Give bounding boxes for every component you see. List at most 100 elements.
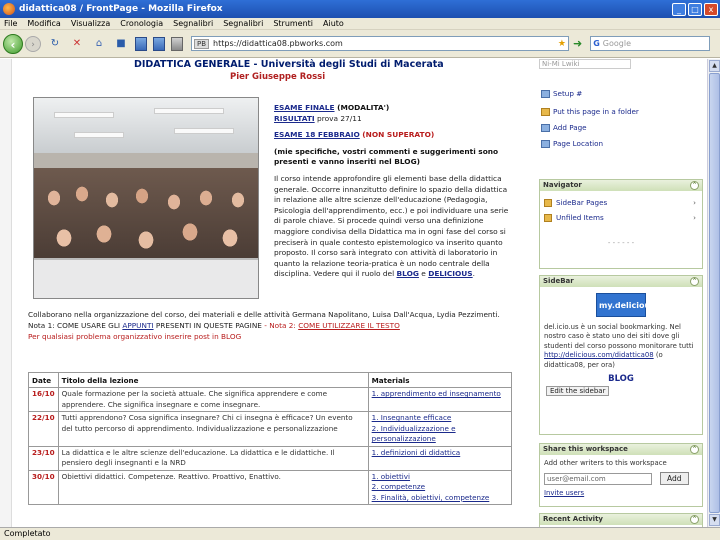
navigator-title: Navigator	[543, 181, 582, 189]
material-link[interactable]: 3. Finalità, obiettivi, competenze	[372, 493, 508, 504]
exam-final-link[interactable]: ESAME FINALE	[274, 103, 335, 112]
exam-feb-link[interactable]: ESAME 18 FEBBRAIO	[274, 130, 360, 139]
bookmark-star-icon[interactable]: ★	[558, 39, 566, 49]
recent-activity-widget: Recent Activity ⌃	[539, 513, 703, 527]
problems-note: Per qualsiasi problema organizzativo ins…	[28, 332, 242, 341]
navigator-more[interactable]: - - - - - -	[540, 239, 702, 247]
material-link[interactable]: 1. Insegnante efficace	[372, 413, 508, 424]
collapse-icon[interactable]: ⌃	[690, 181, 699, 190]
vertical-scrollbar[interactable]: ▲ ▼	[707, 59, 720, 527]
page-location-icon	[541, 139, 550, 148]
collapse-icon[interactable]: ⌃	[690, 277, 699, 286]
appunti-link[interactable]: APPUNTI	[122, 321, 153, 330]
page-location-link[interactable]: Page Location	[541, 139, 603, 148]
note2-prefix: - Nota 2:	[261, 321, 299, 330]
share-prompt: Add other writers to this workspace	[544, 459, 667, 467]
lesson-title: Obiettivi didattici. Competenze. Reattiv…	[57, 469, 369, 505]
invite-users-link[interactable]: Invite users	[540, 487, 702, 500]
setup-label: Setup #	[553, 89, 583, 98]
toolbar-print-icon[interactable]	[171, 36, 183, 51]
folder-link[interactable]: Put this page in a folder	[541, 107, 639, 116]
course-description: ESAME FINALE (MODALITA') RISULTATI prova…	[274, 103, 514, 286]
delicious-link[interactable]: DELICIOUS	[428, 269, 472, 278]
setup-icon	[541, 89, 550, 98]
delicious-text: del.icio.us è un social bookmarking. Nel…	[544, 323, 694, 350]
lesson-date: 30/10	[28, 469, 59, 505]
menu-strumenti[interactable]: Strumenti	[273, 19, 313, 28]
exam-feb-note: (NON SUPERATO)	[359, 130, 435, 140]
collapse-icon[interactable]: ⌃	[690, 445, 699, 454]
toolbar-addon-icon[interactable]	[135, 36, 147, 51]
note1-prefix: Nota 1: COME USARE GLI	[28, 321, 123, 330]
status-text: Completato	[4, 529, 51, 538]
testo-link[interactable]: COME UTILIZZARE IL TESTO	[298, 321, 400, 330]
photo-desk	[34, 258, 258, 298]
photo-light	[74, 132, 124, 138]
sidebar-widget-title: SideBar	[543, 277, 574, 285]
add-user-button[interactable]: Add	[660, 472, 689, 486]
menu-file[interactable]: File	[4, 19, 17, 28]
sidebar-widget-header[interactable]: SideBar ⌃	[540, 276, 702, 287]
material-link[interactable]: 1. definizioni di didattica	[372, 448, 508, 459]
comments-note: (mie specifiche, vostri commenti e sugge…	[274, 146, 499, 167]
scroll-up-icon[interactable]: ▲	[709, 60, 720, 72]
material-link[interactable]: 1. apprendimento ed insegnamento	[372, 389, 508, 400]
blog-link[interactable]: BLOG	[397, 269, 419, 278]
table-header-row: Date Titolo della lezione Materials	[28, 372, 513, 388]
page-content: DIDATTICA GENERALE - Università degli St…	[0, 59, 720, 527]
search-placeholder: Google	[602, 39, 632, 48]
close-button[interactable]: x	[704, 2, 718, 16]
menu-modifica[interactable]: Modifica	[27, 19, 60, 28]
menu-segnalibri-2[interactable]: Segnalibri	[223, 19, 263, 28]
stop-icon[interactable]: ✕	[69, 36, 85, 52]
maximize-button[interactable]: □	[688, 2, 702, 16]
add-page-link[interactable]: Add Page	[541, 123, 587, 132]
material-link[interactable]: 2. Individualizzazione e personalizzazio…	[372, 424, 508, 445]
results-note: prova 27/11	[314, 113, 362, 123]
share-widget-header[interactable]: Share this workspace ⌃	[540, 444, 702, 455]
recent-activity-header[interactable]: Recent Activity ⌃	[540, 514, 702, 525]
reload-icon[interactable]: ↻	[47, 36, 63, 52]
forward-button[interactable]: ›	[25, 35, 41, 52]
window-title-bar: didattica08 / FrontPage - Mozilla Firefo…	[0, 0, 720, 18]
bookmark-icon[interactable]: ■	[113, 36, 129, 52]
email-field[interactable]: user@email.com	[544, 472, 652, 485]
url-bar[interactable]: PB https://didattica08.pbworks.com ★	[191, 36, 569, 51]
url-text[interactable]: https://didattica08.pbworks.com	[213, 39, 558, 48]
scroll-thumb[interactable]	[709, 73, 720, 513]
menu-cronologia[interactable]: Cronologia	[120, 19, 163, 28]
edit-sidebar-button[interactable]: Edit the sidebar	[546, 386, 610, 397]
material-link[interactable]: 1. obiettivi	[372, 472, 508, 483]
search-input[interactable]: G Google	[590, 36, 711, 51]
unfiled-items-item[interactable]: Unfiled Items ›	[540, 210, 702, 225]
star-icon	[544, 198, 552, 207]
scroll-down-icon[interactable]: ▼	[709, 514, 720, 526]
menu-segnalibri[interactable]: Segnalibri	[173, 19, 213, 28]
delicious-url-link[interactable]: http://delicious.com/didattica08	[544, 351, 654, 359]
blog-label[interactable]: BLOG	[540, 374, 702, 384]
lesson-date: 16/10	[28, 387, 59, 412]
photo-ceiling	[34, 98, 258, 153]
exam-final-note: (MODALITA')	[334, 103, 390, 112]
setup-link[interactable]: Setup #	[541, 89, 582, 98]
results-link[interactable]: RISULTATI	[274, 114, 315, 123]
sidebar-pages-item[interactable]: SideBar Pages ›	[540, 195, 702, 210]
delicious-badge[interactable]: my.delicious	[596, 293, 655, 317]
table-row: 22/10 Tutti apprendono? Cosa significa i…	[28, 411, 513, 447]
table-row: 16/10 Quale formazione per la società at…	[28, 387, 513, 412]
column-date: Date	[28, 372, 59, 388]
menu-aiuto[interactable]: Aiuto	[323, 19, 344, 28]
back-button[interactable]: ‹	[3, 33, 23, 54]
menu-visualizza[interactable]: Visualizza	[71, 19, 110, 28]
home-icon[interactable]: ⌂	[91, 36, 107, 52]
collapse-icon[interactable]: ⌃	[690, 515, 699, 524]
minimize-button[interactable]: _	[672, 2, 686, 16]
classroom-photo	[33, 97, 259, 299]
wiki-search-input[interactable]: Ni-Mi Lwiki	[539, 59, 631, 69]
lesson-materials: 1. definizioni di didattica	[367, 445, 513, 471]
material-link[interactable]: 2. competenze	[372, 482, 508, 493]
navigator-header[interactable]: Navigator ⌃	[540, 180, 702, 191]
photo-light	[54, 112, 114, 118]
go-arrow-icon[interactable]: ➜	[573, 37, 582, 50]
toolbar-addon-icon-2[interactable]	[153, 36, 165, 51]
